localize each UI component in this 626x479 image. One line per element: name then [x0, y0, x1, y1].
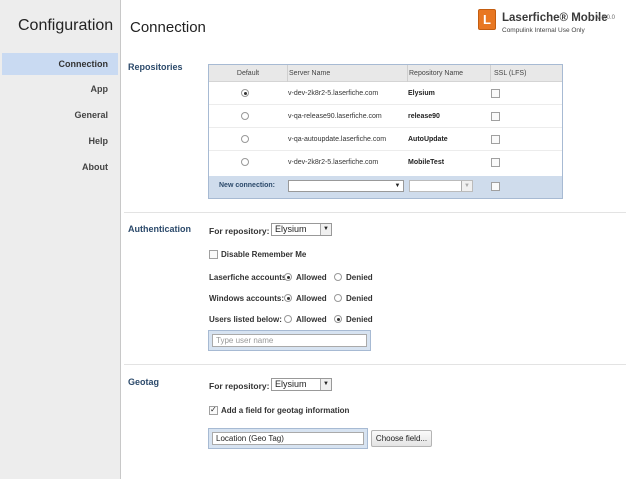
- column-header-ssl[interactable]: SSL (LFS): [491, 65, 562, 82]
- laserfiche-allowed-label[interactable]: Allowed: [296, 273, 327, 282]
- choose-field-button[interactable]: Choose field...: [371, 430, 432, 447]
- windows-denied-label[interactable]: Denied: [346, 294, 373, 303]
- page-title: Connection: [130, 19, 206, 36]
- new-connection-row: New connection: ▼ ▼: [209, 176, 562, 198]
- windows-denied-radio[interactable]: [334, 294, 342, 302]
- repository-name-cell: MobileTest: [408, 159, 445, 166]
- server-name-cell: v-dev-2k8r2-5.laserfiche.com: [288, 159, 379, 166]
- column-header-server[interactable]: Server Name: [288, 65, 407, 82]
- logo-subtitle: Compulink Internal Use Only: [502, 27, 585, 34]
- authentication-label: Authentication: [128, 224, 191, 234]
- laserfiche-denied-label[interactable]: Denied: [346, 273, 373, 282]
- auth-repository-select[interactable]: Elysium ▼: [271, 223, 332, 236]
- sidebar-item-about[interactable]: About: [2, 156, 118, 178]
- chevron-down-icon: ▼: [320, 224, 331, 235]
- table-row[interactable]: v-qa-autoupdate.laserfiche.com AutoUpdat…: [209, 128, 562, 151]
- laserfiche-denied-radio[interactable]: [334, 273, 342, 281]
- geotag-field-input[interactable]: Location (Geo Tag): [212, 432, 364, 445]
- users-denied-label[interactable]: Denied: [346, 315, 373, 324]
- sidebar-item-connection[interactable]: Connection: [2, 53, 118, 75]
- new-repository-select[interactable]: ▼: [409, 180, 473, 192]
- repositories-label: Repositories: [128, 62, 183, 72]
- add-geotag-field-checkbox[interactable]: [209, 405, 218, 415]
- username-input-container: Type user name: [208, 330, 371, 351]
- repository-name-cell: release90: [408, 113, 440, 120]
- chevron-down-icon: ▼: [320, 379, 331, 390]
- default-radio[interactable]: [241, 135, 249, 143]
- username-input[interactable]: Type user name: [212, 334, 367, 347]
- ssl-checkbox[interactable]: [491, 158, 500, 167]
- disable-remember-me-label[interactable]: Disable Remember Me: [221, 250, 306, 259]
- laserfiche-accounts-label: Laserfiche accounts:: [209, 273, 290, 282]
- repository-name-cell: Elysium: [408, 90, 435, 97]
- logo-icon: L: [478, 9, 496, 30]
- sidebar-title: Configuration: [18, 17, 114, 34]
- logo-version: v 9.0.0: [597, 15, 616, 21]
- default-radio[interactable]: [241, 89, 249, 97]
- sidebar: Configuration Connection App General Hel…: [0, 0, 121, 479]
- column-header-repository[interactable]: Repository Name: [408, 65, 490, 82]
- laserfiche-logo: L Laserfiche® Mobile v 9.0.0 Compulink I…: [478, 9, 618, 39]
- auth-repository-value: Elysium: [275, 224, 307, 234]
- logo-name: Laserfiche® Mobile: [502, 12, 608, 24]
- users-listed-label: Users listed below:: [209, 315, 282, 324]
- sidebar-item-help[interactable]: Help: [2, 130, 118, 152]
- geotag-repository-select[interactable]: Elysium ▼: [271, 378, 332, 391]
- windows-allowed-label[interactable]: Allowed: [296, 294, 327, 303]
- ssl-checkbox[interactable]: [491, 89, 500, 98]
- geotag-repository-value: Elysium: [275, 379, 307, 389]
- ssl-checkbox[interactable]: [491, 135, 500, 144]
- repositories-table: Default Server Name Repository Name SSL …: [208, 64, 563, 199]
- windows-allowed-radio[interactable]: [284, 294, 292, 302]
- default-radio[interactable]: [241, 112, 249, 120]
- new-connection-label: New connection:: [219, 182, 276, 189]
- table-row[interactable]: v-dev-2k8r2-5.laserfiche.com Elysium: [209, 82, 562, 105]
- windows-accounts-label: Windows accounts:: [209, 294, 285, 303]
- auth-for-repository-label: For repository:: [209, 226, 270, 236]
- repository-name-cell: AutoUpdate: [408, 136, 448, 143]
- users-denied-radio[interactable]: [334, 315, 342, 323]
- geotag-label: Geotag: [128, 377, 160, 387]
- new-ssl-checkbox[interactable]: [491, 182, 500, 191]
- geotag-for-repository-label: For repository:: [209, 381, 270, 391]
- column-header-default[interactable]: Default: [209, 65, 287, 82]
- sidebar-item-general[interactable]: General: [2, 104, 118, 126]
- section-divider: [124, 212, 626, 213]
- chevron-down-icon: ▼: [461, 181, 472, 191]
- disable-remember-me-checkbox[interactable]: [209, 250, 218, 259]
- default-radio[interactable]: [241, 158, 249, 166]
- laserfiche-allowed-radio[interactable]: [284, 273, 292, 281]
- table-row[interactable]: v-dev-2k8r2-5.laserfiche.com MobileTest: [209, 151, 562, 174]
- new-server-select[interactable]: ▼: [288, 180, 404, 192]
- server-name-cell: v-qa-autoupdate.laserfiche.com: [288, 136, 387, 143]
- section-divider: [124, 364, 626, 365]
- sidebar-item-app[interactable]: App: [2, 78, 118, 100]
- users-allowed-label[interactable]: Allowed: [296, 315, 327, 324]
- server-name-cell: v-dev-2k8r2-5.laserfiche.com: [288, 90, 379, 97]
- chevron-down-icon: ▼: [392, 181, 403, 191]
- table-row[interactable]: v-qa-release90.laserfiche.com release90: [209, 105, 562, 128]
- add-geotag-field-label[interactable]: Add a field for geotag information: [221, 406, 349, 415]
- ssl-checkbox[interactable]: [491, 112, 500, 121]
- geotag-field-input-container: Location (Geo Tag): [208, 428, 368, 449]
- users-allowed-radio[interactable]: [284, 315, 292, 323]
- server-name-cell: v-qa-release90.laserfiche.com: [288, 113, 382, 120]
